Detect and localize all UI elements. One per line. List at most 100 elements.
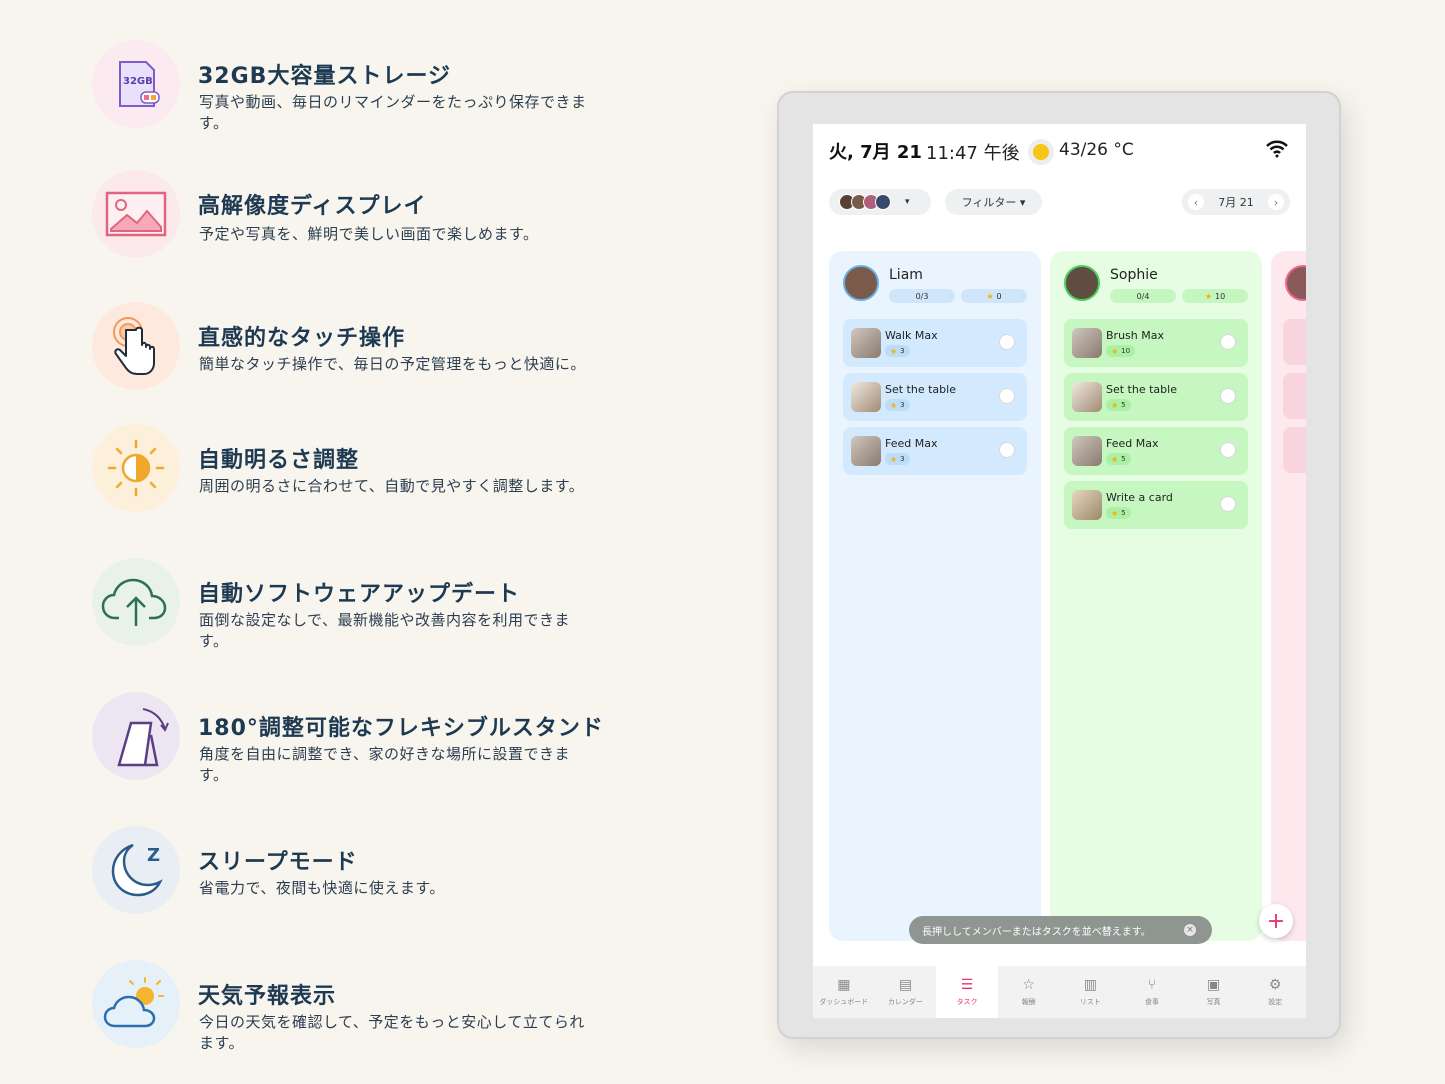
chevron-left-icon[interactable]: ‹ xyxy=(1188,194,1204,210)
task-points: ★ 5 xyxy=(1106,453,1131,465)
member-selector[interactable]: ▾ xyxy=(829,189,931,215)
nav-settings[interactable]: ⚙ 設定 xyxy=(1244,966,1306,1018)
feature-title: 直感的なタッチ操作 xyxy=(198,326,406,351)
nav-dashboard[interactable]: ▦ ダッシュボード xyxy=(813,966,875,1018)
nav-tasks[interactable]: ☰ タスク xyxy=(936,966,998,1018)
avatar[interactable] xyxy=(1285,265,1306,301)
member-header: Sophie 0/4 ★ 10 xyxy=(1064,265,1250,305)
star-icon: ☆ xyxy=(1022,977,1035,993)
task-card[interactable]: Walk Max ★ 3 xyxy=(843,319,1027,367)
feature-title: スリープモード xyxy=(198,850,358,875)
task-card[interactable]: Feed Max ★ 3 xyxy=(843,427,1027,475)
feature-title: 32GB大容量ストレージ xyxy=(198,64,452,89)
task-points: ★ 5 xyxy=(1106,399,1131,411)
current-date: 火, 7月 21 xyxy=(829,142,922,163)
photo-icon: ▣ xyxy=(1206,977,1221,993)
task-points: ★ 10 xyxy=(1106,345,1136,357)
feature-title: 自動ソフトウェアアップデート xyxy=(198,582,521,607)
cloud-upload-icon xyxy=(92,558,180,646)
nav-date: 7月 21 xyxy=(1218,196,1254,209)
star-icon: ★ xyxy=(890,346,898,356)
feature-update: 自動ソフトウェアアップデート 面倒な設定なしで、最新機能や改善内容を利用できます… xyxy=(92,558,712,658)
nav-calendar[interactable]: ▤ カレンダー xyxy=(875,966,937,1018)
task-name: Write a card xyxy=(1106,491,1173,504)
task-card[interactable] xyxy=(1283,319,1306,365)
task-checkbox[interactable] xyxy=(999,334,1015,350)
task-thumbnail xyxy=(1072,382,1102,412)
member-column-liam: Liam 0/3 ★ 0 Walk Max ★ 3 Set the table ★ 3… xyxy=(829,251,1041,941)
points-badge: ★ 10 xyxy=(1182,289,1248,303)
svg-text:Z: Z xyxy=(147,845,160,866)
task-card[interactable]: Feed Max ★ 5 xyxy=(1064,427,1248,475)
nav-meals[interactable]: ⑂ 食事 xyxy=(1121,966,1183,1018)
dashboard-icon: ▦ xyxy=(837,977,851,993)
feature-desc: 予定や写真を、鮮明で美しい画面で楽しめます。 xyxy=(199,225,539,243)
image-icon xyxy=(92,170,180,258)
feature-desc: 周囲の明るさに合わせて、自動で見やすく調整します。 xyxy=(199,477,585,495)
nav-lists[interactable]: ▥ リスト xyxy=(1060,966,1122,1018)
member-column-sophie: Sophie 0/4 ★ 10 Brush Max ★ 10 Set the tab… xyxy=(1050,251,1262,941)
feature-title: 天気予報表示 xyxy=(198,984,337,1009)
utensils-icon: ⑂ xyxy=(1147,977,1157,993)
feature-desc: 今日の天気を確認して、予定をもっと安心して立てられます。 xyxy=(199,1013,585,1052)
bottom-navigation: ▦ ダッシュボード ▤ カレンダー ☰ タスク ☆ 報酬 ▥ リスト ⑂ 食事 xyxy=(813,966,1306,1018)
status-bar: 火, 7月 21 11:47 午後 43/26 °C xyxy=(813,124,1306,178)
avatar[interactable] xyxy=(1064,265,1100,301)
task-points: ★ 3 xyxy=(885,453,910,465)
task-card[interactable] xyxy=(1283,373,1306,419)
task-name: Set the table xyxy=(885,383,956,396)
chevron-down-icon: ▾ xyxy=(905,197,910,207)
chevron-right-icon[interactable]: › xyxy=(1268,194,1284,210)
star-icon: ★ xyxy=(890,454,898,464)
temperature: 43/26 °C xyxy=(1059,140,1134,160)
close-icon[interactable]: × xyxy=(1184,924,1196,936)
task-card[interactable]: Brush Max ★ 10 xyxy=(1064,319,1248,367)
task-card[interactable]: Set the table ★ 3 xyxy=(843,373,1027,421)
star-icon: ★ xyxy=(986,291,994,301)
feature-title: 180°調整可能なフレキシブルスタンド xyxy=(198,716,604,741)
feature-desc: 写真や動画、毎日のリマインダーをたっぷり保存できます。 xyxy=(199,93,587,132)
avatar xyxy=(875,194,891,210)
feature-title: 自動明るさ調整 xyxy=(198,448,360,473)
task-card[interactable]: Write a card ★ 5 xyxy=(1064,481,1248,529)
task-points: ★ 3 xyxy=(885,399,910,411)
weather-icon xyxy=(92,960,180,1048)
svg-text:32GB: 32GB xyxy=(123,76,153,87)
date-navigator: ‹ 7月 21 › xyxy=(1182,189,1290,215)
reorder-hint-toast: 長押ししてメンバーまたはタスクを並べ替えます。 × xyxy=(909,916,1212,944)
task-thumbnail xyxy=(1072,328,1102,358)
task-thumbnail xyxy=(851,382,881,412)
stand-icon xyxy=(92,692,180,780)
moon-icon: Z xyxy=(92,826,180,914)
star-icon: ★ xyxy=(1111,346,1119,356)
progress-badge: 0/3 xyxy=(889,289,955,303)
task-checkbox[interactable] xyxy=(999,442,1015,458)
task-name: Walk Max xyxy=(885,329,938,342)
star-icon: ★ xyxy=(1111,400,1119,410)
add-button[interactable]: + xyxy=(1259,904,1293,938)
feature-stand: 180°調整可能なフレキシブルスタンド 角度を自由に調整でき、家の好きな場所に設… xyxy=(92,692,712,792)
nav-photos[interactable]: ▣ 写真 xyxy=(1183,966,1245,1018)
task-checkbox[interactable] xyxy=(999,388,1015,404)
member-header: Liam 0/3 ★ 0 xyxy=(843,265,1029,305)
avatar[interactable] xyxy=(843,265,879,301)
star-icon: ★ xyxy=(1111,508,1119,518)
list-icon: ▥ xyxy=(1083,977,1097,993)
task-checkbox[interactable] xyxy=(1220,388,1236,404)
feature-display: 高解像度ディスプレイ 予定や写真を、鮮明で美しい画面で楽しめます。 xyxy=(92,170,712,270)
member-name: Sophie xyxy=(1110,267,1158,283)
task-checkbox[interactable] xyxy=(1220,334,1236,350)
nav-rewards[interactable]: ☆ 報酬 xyxy=(998,966,1060,1018)
feature-desc: 面倒な設定なしで、最新機能や改善内容を利用できます。 xyxy=(199,611,570,650)
task-card[interactable] xyxy=(1283,427,1306,473)
toast-text: 長押ししてメンバーまたはタスクを並べ替えます。 xyxy=(922,926,1151,938)
sun-icon xyxy=(1028,139,1054,165)
task-checkbox[interactable] xyxy=(1220,442,1236,458)
task-checkbox[interactable] xyxy=(1220,496,1236,512)
points-badge: ★ 0 xyxy=(961,289,1027,303)
member-name: Liam xyxy=(889,267,923,283)
filter-button[interactable]: フィルター ▾ xyxy=(945,189,1042,215)
task-thumbnail xyxy=(851,436,881,466)
feature-brightness: 自動明るさ調整 周囲の明るさに合わせて、自動で見やすく調整します。 xyxy=(92,424,712,524)
task-card[interactable]: Set the table ★ 5 xyxy=(1064,373,1248,421)
